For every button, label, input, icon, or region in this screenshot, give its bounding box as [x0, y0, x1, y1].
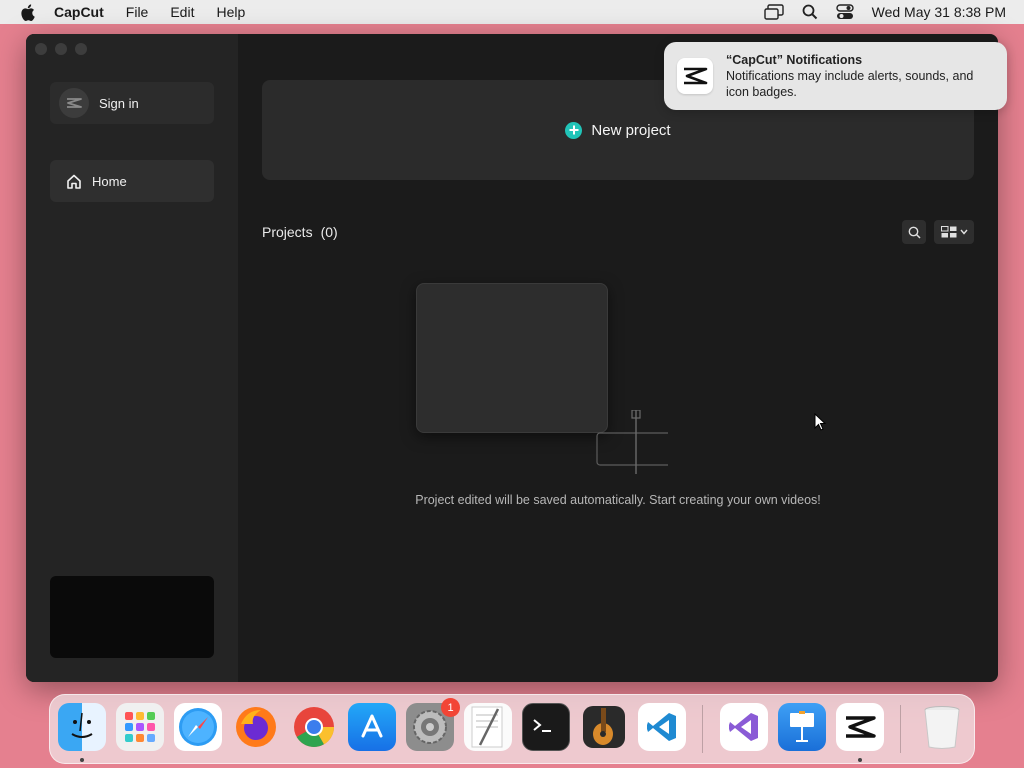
launchpad-icon[interactable] [116, 703, 164, 751]
view-mode-button[interactable] [934, 220, 974, 244]
mouse-pointer-icon [814, 413, 827, 431]
search-icon [908, 226, 921, 239]
system-settings-icon[interactable]: 1 [406, 698, 460, 751]
capcut-icon[interactable] [836, 703, 884, 751]
projects-heading: Projects (0) [262, 224, 338, 240]
apple-menu-icon[interactable] [18, 3, 36, 21]
sidebar-promo-card[interactable] [50, 576, 214, 658]
finder-icon[interactable] [58, 703, 106, 751]
chevron-down-icon [959, 229, 968, 235]
dock-separator [900, 705, 901, 753]
screen-mirroring-icon[interactable] [763, 4, 784, 20]
window-zoom-button[interactable] [75, 43, 87, 55]
new-project-label: New project [591, 121, 671, 139]
firefox-icon[interactable] [232, 703, 280, 751]
sign-in-button[interactable]: Sign in [50, 82, 214, 124]
keynote-icon[interactable] [778, 703, 826, 751]
capcut-window: Sign in Home New project Projects (0) Pr… [26, 34, 998, 682]
terminal-icon[interactable] [522, 703, 570, 751]
trash-icon[interactable] [918, 703, 966, 751]
dock: 1 [49, 694, 975, 764]
avatar [59, 88, 89, 118]
menu-help[interactable]: Help [216, 4, 245, 20]
capcut-app-icon [677, 58, 713, 94]
notification-banner[interactable]: “CapCut” Notifications Notifications may… [664, 42, 1007, 110]
home-icon [66, 174, 82, 189]
textedit-icon[interactable] [464, 703, 512, 751]
main-content: New project Projects (0) Project edited w… [238, 34, 998, 682]
menu-edit[interactable]: Edit [170, 4, 194, 20]
window-minimize-button[interactable] [55, 43, 67, 55]
dock-separator [702, 705, 703, 753]
grid-view-icon [940, 226, 956, 238]
notification-badge: 1 [441, 698, 460, 717]
projects-count: (0) [320, 224, 338, 240]
sidebar-item-label: Home [92, 173, 127, 189]
sign-in-label: Sign in [99, 95, 139, 111]
safari-icon[interactable] [174, 703, 222, 751]
menu-file[interactable]: File [126, 4, 149, 20]
plus-icon [565, 121, 583, 139]
menu-app-name[interactable]: CapCut [54, 4, 104, 20]
window-close-button[interactable] [35, 43, 47, 55]
chrome-icon[interactable] [290, 703, 338, 751]
garageband-icon[interactable] [580, 703, 628, 751]
empty-state-message: Project edited will be saved automatical… [415, 493, 821, 507]
visual-studio-icon[interactable] [720, 703, 768, 751]
app-store-icon[interactable] [348, 703, 396, 751]
sidebar-item-home[interactable]: Home [50, 160, 214, 202]
clock[interactable]: Wed May 31 8:38 PM [872, 4, 1006, 20]
notification-body: Notifications may include alerts, sounds… [726, 69, 974, 99]
vscode-icon[interactable] [638, 703, 686, 751]
running-indicator [80, 758, 84, 762]
sidebar: Sign in Home [26, 34, 238, 682]
notification-title: “CapCut” Notifications [726, 53, 863, 67]
capcut-logo-icon [67, 98, 82, 108]
spotlight-search-icon[interactable] [802, 4, 818, 20]
projects-label: Projects [262, 224, 313, 240]
menu-bar: CapCut File Edit Help Wed May 31 8:38 PM [0, 0, 1024, 24]
search-projects-button[interactable] [902, 220, 926, 244]
control-center-icon[interactable] [835, 4, 854, 20]
running-indicator [858, 758, 862, 762]
